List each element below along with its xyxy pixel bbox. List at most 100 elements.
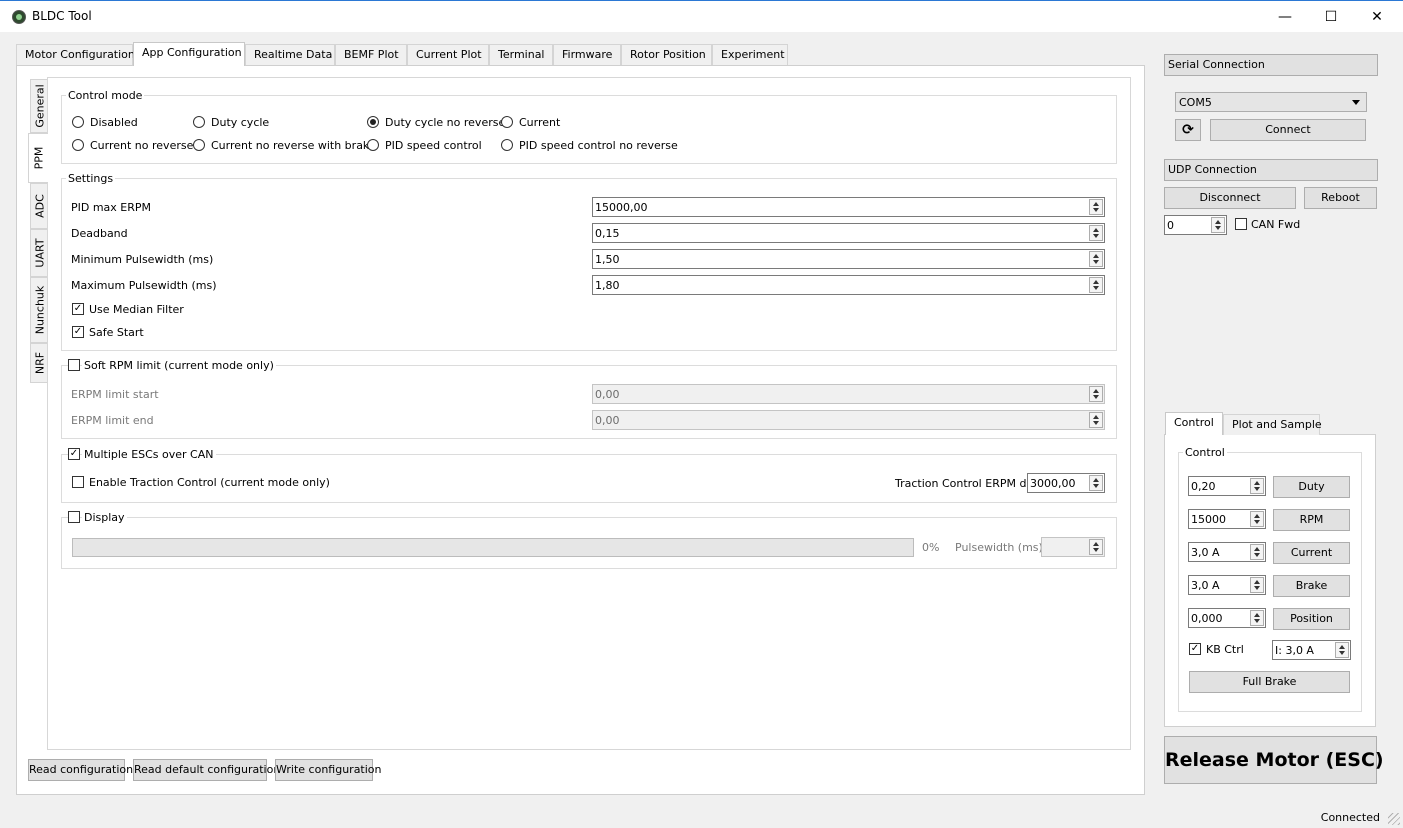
read-default-configuration-button[interactable]: Read default configuration	[133, 759, 280, 781]
side-tab-uart[interactable]: UART	[30, 229, 48, 277]
deadband-input[interactable]: 0,15	[592, 223, 1105, 243]
radio-current-label: Current	[519, 116, 561, 129]
radio-pid-speed-no-reverse-label: PID speed control no reverse	[519, 139, 678, 152]
reboot-button[interactable]: Reboot	[1304, 187, 1377, 209]
app-icon	[12, 10, 26, 24]
title-bar: BLDC Tool — ☐ ✕	[0, 0, 1403, 32]
refresh-icon: ⟳	[1182, 122, 1194, 138]
disconnect-button[interactable]: Disconnect	[1164, 187, 1296, 209]
side-tab-nunchuk[interactable]: Nunchuk	[30, 277, 48, 343]
control-mode-title: Control mode	[66, 89, 145, 102]
pid-max-erpm-input[interactable]: 15000,00	[592, 197, 1105, 217]
display-checkbox[interactable]	[68, 511, 80, 523]
kb-current-input[interactable]: I: 3,0 A	[1272, 640, 1351, 660]
rpm-button[interactable]: RPM	[1273, 509, 1350, 531]
side-tab-adc[interactable]: ADC	[30, 183, 48, 229]
brake-input[interactable]: 3,0 A	[1188, 575, 1266, 595]
duty-input[interactable]: 0,20	[1188, 476, 1266, 496]
median-filter-label: Use Median Filter	[89, 303, 184, 316]
radio-pid-speed[interactable]	[367, 139, 379, 151]
position-input[interactable]: 0,000	[1188, 608, 1266, 628]
tab-realtime-data[interactable]: Realtime Data	[245, 44, 335, 66]
write-configuration-button[interactable]: Write configuration	[275, 759, 382, 781]
tab-terminal[interactable]: Terminal	[489, 44, 553, 66]
can-checkbox[interactable]: ✓	[68, 448, 80, 460]
tab-current-plot[interactable]: Current Plot	[407, 44, 489, 66]
min-pulsewidth-input[interactable]: 1,50	[592, 249, 1105, 269]
status-bar: Connected	[0, 806, 1403, 828]
display-progress-bar	[72, 538, 914, 557]
erpm-limit-start-label: ERPM limit start	[71, 388, 159, 401]
radio-disabled[interactable]	[72, 116, 84, 128]
can-id-input[interactable]: 0	[1164, 215, 1227, 235]
maximize-button[interactable]: ☐	[1308, 1, 1354, 33]
tab-experiment[interactable]: Experiment	[712, 44, 788, 66]
duty-button[interactable]: Duty	[1273, 476, 1350, 498]
serial-connection-header[interactable]: Serial Connection	[1164, 54, 1378, 76]
radio-duty-cycle-no-reverse[interactable]	[367, 116, 379, 128]
brake-button[interactable]: Brake	[1273, 575, 1350, 597]
tab-plot-and-sample[interactable]: Plot and Sample	[1223, 414, 1322, 435]
tab-rotor-position[interactable]: Rotor Position	[621, 44, 712, 66]
minimize-button[interactable]: —	[1262, 1, 1308, 33]
can-fwd-label: CAN Fwd	[1251, 218, 1301, 231]
full-brake-button[interactable]: Full Brake	[1189, 671, 1350, 693]
safe-start-checkbox[interactable]: ✓	[72, 326, 84, 338]
tab-app-configuration[interactable]: App Configuration	[133, 42, 245, 66]
erpm-limit-start-input[interactable]: 0,00	[592, 384, 1105, 404]
pulsewidth-label: Pulsewidth (ms):	[955, 541, 1047, 554]
can-fwd-checkbox[interactable]	[1235, 218, 1247, 230]
max-pulsewidth-input[interactable]: 1,80	[592, 275, 1105, 295]
serial-port-select[interactable]: COM5	[1175, 92, 1367, 112]
rpm-input[interactable]: 15000	[1188, 509, 1266, 529]
side-tab-ppm[interactable]: PPM	[28, 133, 48, 183]
deadband-label: Deadband	[71, 227, 128, 240]
current-input[interactable]: 3,0 A	[1188, 542, 1266, 562]
connect-button[interactable]: Connect	[1210, 119, 1366, 141]
read-configuration-button[interactable]: Read configuration	[28, 759, 133, 781]
radio-current[interactable]	[501, 116, 513, 128]
radio-disabled-label: Disabled	[90, 116, 138, 129]
side-tab-general[interactable]: General	[30, 79, 48, 133]
radio-pid-speed-no-reverse[interactable]	[501, 139, 513, 151]
tab-firmware[interactable]: Firmware	[553, 44, 621, 66]
connection-status: Connected	[1320, 811, 1380, 824]
control-mode-group	[61, 95, 1117, 164]
radio-current-no-reverse-brake[interactable]	[193, 139, 205, 151]
udp-connection-header[interactable]: UDP Connection	[1164, 159, 1378, 181]
close-button[interactable]: ✕	[1354, 1, 1400, 33]
pulsewidth-readout	[1041, 537, 1105, 557]
radio-duty-cycle-label: Duty cycle	[211, 116, 270, 129]
current-button[interactable]: Current	[1273, 542, 1350, 564]
kb-ctrl-label: KB Ctrl	[1206, 643, 1244, 656]
tab-bemf-plot[interactable]: BEMF Plot	[335, 44, 407, 66]
settings-title: Settings	[66, 172, 116, 185]
median-filter-checkbox[interactable]: ✓	[72, 303, 84, 315]
soft-rpm-checkbox[interactable]	[68, 359, 80, 371]
soft-rpm-title: Soft RPM limit (current mode only)	[82, 359, 276, 372]
radio-pid-speed-label: PID speed control	[385, 139, 482, 152]
release-motor-button[interactable]: Release Motor (ESC)	[1164, 736, 1384, 784]
min-pulsewidth-label: Minimum Pulsewidth (ms)	[71, 253, 214, 266]
tab-motor-configuration[interactable]: Motor Configuration	[16, 44, 135, 66]
radio-current-no-reverse-label: Current no reverse	[90, 139, 194, 152]
traction-diff-input[interactable]: 3000,00	[1027, 473, 1105, 493]
safe-start-label: Safe Start	[89, 326, 144, 339]
radio-duty-cycle-no-reverse-label: Duty cycle no reverse	[385, 116, 506, 129]
traction-control-checkbox[interactable]	[72, 476, 84, 488]
refresh-ports-button[interactable]: ⟳	[1175, 119, 1201, 141]
erpm-limit-end-input[interactable]: 0,00	[592, 410, 1105, 430]
radio-current-no-reverse-brake-label: Current no reverse with brake	[211, 139, 376, 152]
radio-current-no-reverse[interactable]	[72, 139, 84, 151]
kb-ctrl-checkbox[interactable]: ✓	[1189, 643, 1201, 655]
tab-control[interactable]: Control	[1165, 412, 1223, 435]
display-title: Display	[82, 511, 127, 524]
resize-grip-icon[interactable]	[1388, 813, 1400, 825]
chevron-down-icon	[1352, 100, 1360, 105]
radio-duty-cycle[interactable]	[193, 116, 205, 128]
window-title: BLDC Tool	[32, 9, 92, 23]
side-tab-nrf[interactable]: NRF	[30, 343, 48, 383]
position-button[interactable]: Position	[1273, 608, 1350, 630]
display-progress-text: 0%	[922, 541, 940, 554]
traction-diff-label: Traction Control ERPM diff	[895, 477, 1038, 490]
